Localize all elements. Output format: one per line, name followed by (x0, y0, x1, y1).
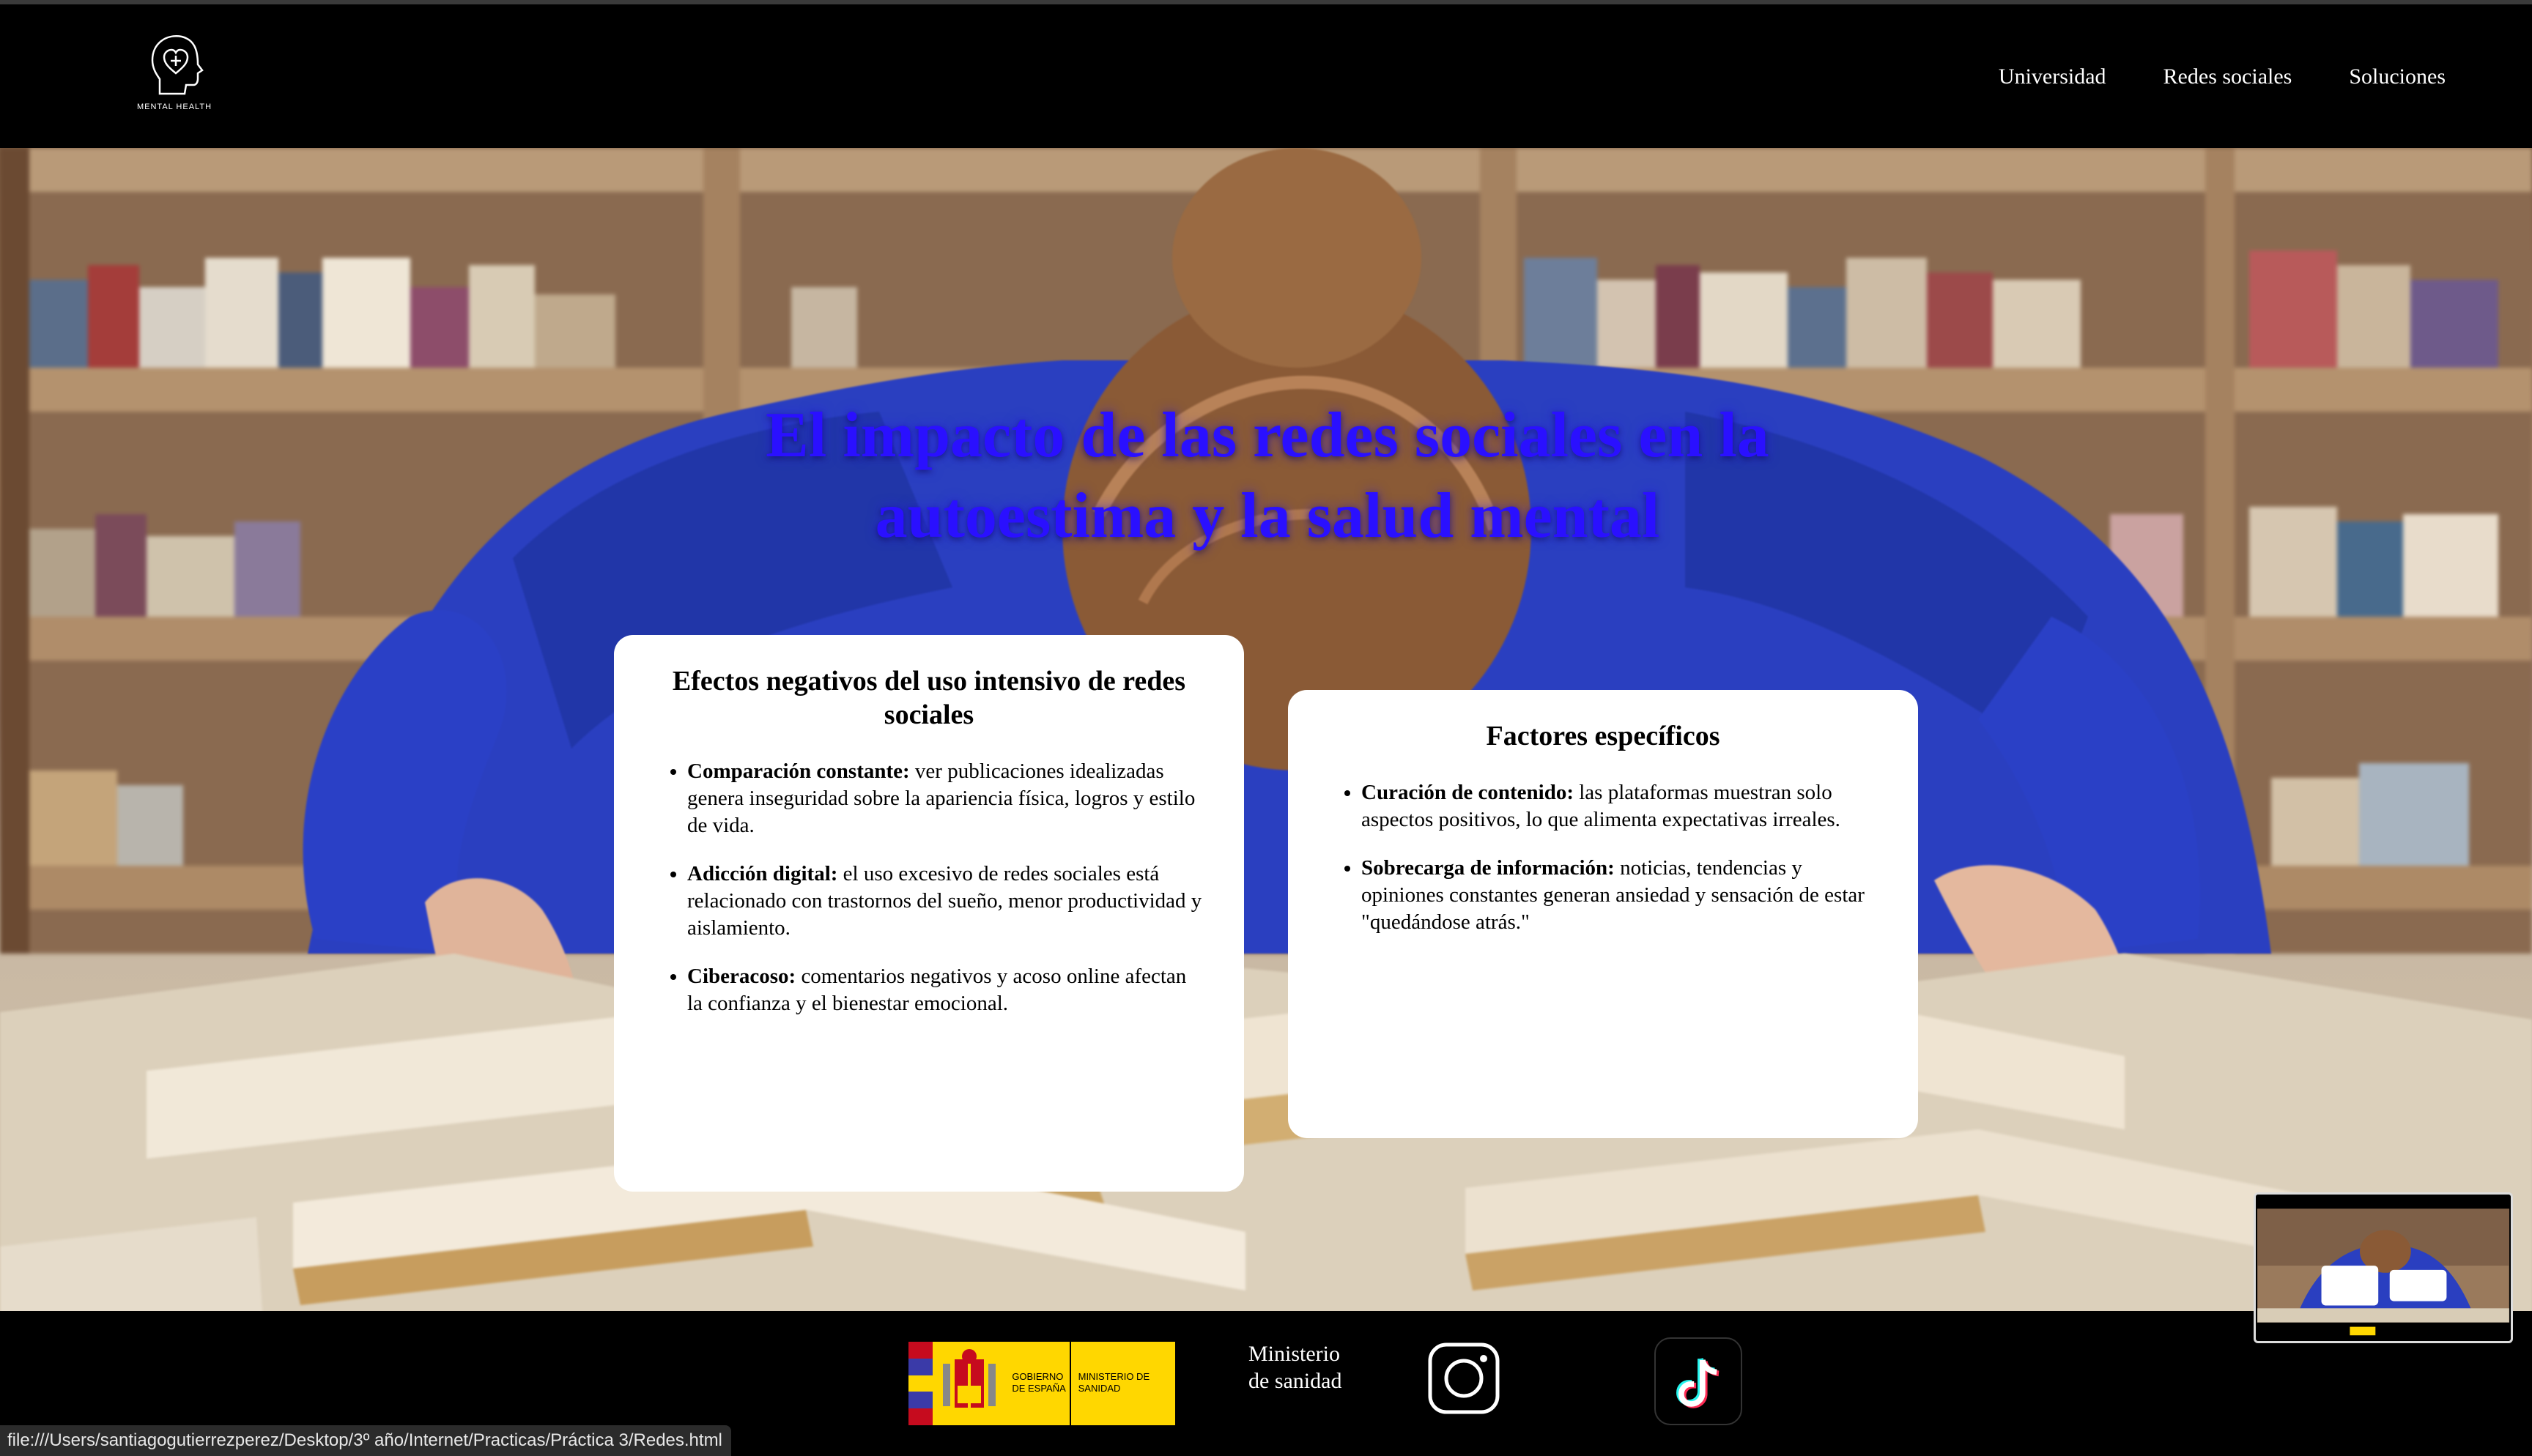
card-title: Efectos negativos del uso intensivo de r… (672, 666, 1186, 730)
page-title: El impacto de las redes sociales en la a… (766, 400, 1769, 551)
specific-factors-list: Curación de contenido: las plataformas m… (1329, 779, 1877, 936)
ministry-label: Ministerio de sanidad (1248, 1342, 1342, 1393)
open-books-image (0, 954, 2532, 1311)
item-term: Sobrecarga de información: (1361, 856, 1615, 880)
spain-flag-icon (908, 1342, 933, 1425)
card-title: Factores específicos (1486, 721, 1720, 751)
nav-link-universidad[interactable]: Universidad (1999, 64, 2106, 89)
head-heart-icon (151, 35, 204, 95)
tiktok-icon[interactable] (1654, 1337, 1742, 1425)
hero-section: El impacto de las redes sociales en la a… (0, 148, 2532, 1311)
item-term: Ciberacoso: (687, 965, 796, 988)
specific-factors-card: Factores específicos Curación de conteni… (1288, 690, 1918, 1138)
list-item: Comparación constante: ver publicaciones… (687, 758, 1203, 839)
item-term: Adicción digital: (687, 862, 838, 885)
nav-link-soluciones[interactable]: Soluciones (2349, 64, 2446, 89)
gobierno-espana-logo[interactable]: GOBIERNO DE ESPAÑA MINISTERIO DE SANIDAD (908, 1342, 1175, 1425)
item-term: Curación de contenido: (1361, 781, 1574, 804)
main-nav: Universidad Redes sociales Soluciones (1999, 64, 2446, 89)
mental-health-logo[interactable]: MENTAL HEALTH (133, 31, 215, 119)
list-item: Sobrecarga de información: noticias, ten… (1361, 855, 1877, 936)
item-term: Comparación constante: (687, 759, 910, 783)
gov-text: GOBIERNO DE ESPAÑA (1006, 1342, 1071, 1425)
ministry-logo-text: MINISTERIO DE SANIDAD (1078, 1371, 1150, 1394)
browser-status-bar: file:///Users/santiagogutierrezperez/Des… (0, 1425, 731, 1456)
list-item: Adicción digital: el uso excesivo de red… (687, 861, 1203, 942)
negative-effects-card: Efectos negativos del uso intensivo de r… (614, 635, 1244, 1192)
site-header: MENTAL HEALTH Universidad Redes sociales… (0, 0, 2532, 148)
logo-text: MENTAL HEALTH (136, 103, 212, 111)
list-item: Ciberacoso: comentarios negativos y acos… (687, 963, 1203, 1017)
coat-of-arms-icon (933, 1342, 1006, 1425)
instagram-icon[interactable] (1427, 1342, 1500, 1415)
negative-effects-list: Comparación constante: ver publicaciones… (655, 758, 1203, 1017)
nav-link-redes-sociales[interactable]: Redes sociales (2163, 64, 2292, 89)
screenshot-thumbnail[interactable] (2254, 1192, 2513, 1343)
list-item: Curación de contenido: las plataformas m… (1361, 779, 1877, 833)
